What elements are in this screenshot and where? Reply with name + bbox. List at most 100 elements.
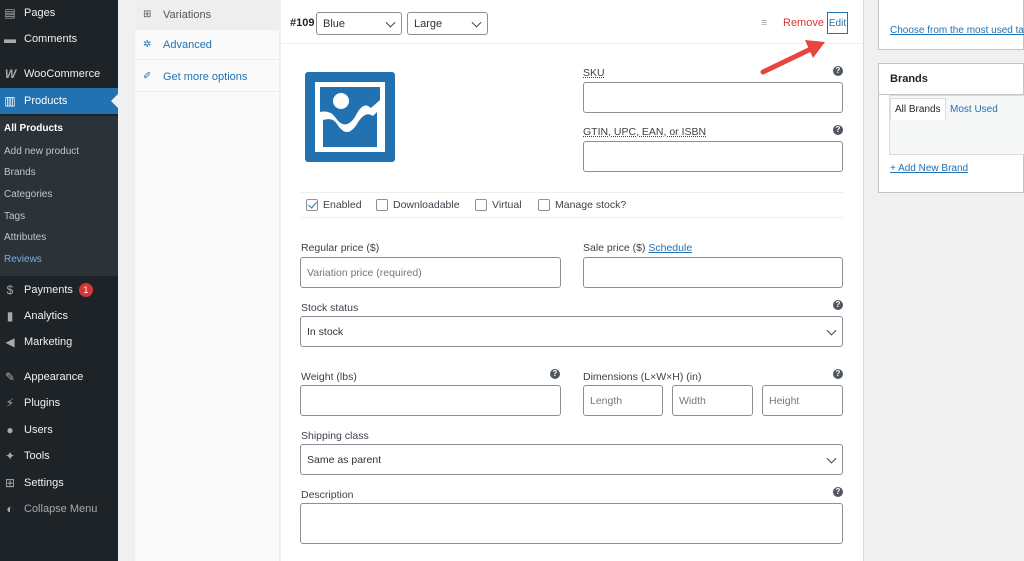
weight-input[interactable] (300, 385, 561, 416)
variation-options: Enabled Downloadable Virtual Manage stoc… (301, 192, 843, 218)
panel-gutter (863, 0, 878, 561)
menu-item-label: Comments (24, 33, 78, 45)
size-select-value: Large (414, 17, 443, 30)
checkbox-label: Enabled (323, 199, 362, 211)
checkbox-icon (538, 199, 550, 211)
menu-item-label: Tools (24, 450, 50, 462)
virtual-checkbox[interactable]: Virtual (475, 199, 522, 211)
menu-item-label: WooCommerce (24, 68, 101, 80)
help-icon[interactable]: ? (833, 66, 843, 76)
checkbox-icon (475, 199, 487, 211)
remove-variation-link[interactable]: Remove (783, 17, 824, 29)
woocommerce-icon: W (4, 67, 16, 81)
tab-all-brands[interactable]: All Brands (890, 98, 946, 120)
description-label: Description (301, 489, 354, 501)
help-icon[interactable]: ? (550, 369, 560, 379)
dimensions-label: Dimensions (L×W×H) (in) (583, 371, 702, 383)
menu-item-label: Appearance (24, 371, 84, 383)
menu-item-label: Plugins (24, 397, 61, 409)
menu-item-label: Marketing (24, 336, 73, 348)
gtin-input[interactable] (583, 141, 843, 172)
add-new-brand-link[interactable]: + Add New Brand (890, 163, 968, 174)
plugin-icon: ✐ (143, 71, 152, 82)
menu-item-label: Settings (24, 477, 64, 489)
submenu-add-new-product[interactable]: Add new product (4, 146, 79, 157)
weight-label: Weight (lbs) (301, 371, 357, 383)
submenu-categories[interactable]: Categories (4, 189, 52, 200)
width-placeholder: Width (679, 394, 706, 407)
gear-icon: ✲ (143, 39, 152, 50)
drag-handle-icon[interactable]: ≡ (761, 17, 770, 29)
tools-icon: ✦ (4, 449, 16, 463)
checkbox-label: Downloadable (393, 199, 460, 211)
help-icon[interactable]: ? (833, 300, 843, 310)
tab-label: Get more options (163, 70, 248, 83)
image-placeholder-icon[interactable] (305, 72, 395, 162)
submenu-tags[interactable]: Tags (4, 211, 25, 222)
tab-most-used[interactable]: Most Used (946, 98, 1002, 120)
regular-price-label: Regular price ($) (301, 242, 380, 254)
products-icon: ▥ (4, 94, 16, 108)
checkbox-label: Virtual (492, 199, 522, 211)
menu-item-comments[interactable]: ▬ Comments (0, 26, 118, 52)
downloadable-checkbox[interactable]: Downloadable (376, 199, 460, 211)
height-placeholder: Height (769, 394, 800, 407)
help-icon[interactable]: ? (833, 125, 843, 135)
menu-item-pages[interactable]: ▤ Pages (0, 0, 118, 26)
tab-label: Variations (163, 8, 212, 21)
height-input[interactable]: Height (762, 385, 843, 416)
submenu-all-products[interactable]: All Products (4, 123, 63, 134)
payments-badge: 1 (78, 283, 93, 297)
menu-item-users[interactable]: ● Users (0, 417, 118, 443)
regular-price-placeholder: Variation price (required) (307, 266, 422, 279)
enabled-checkbox[interactable]: Enabled (306, 199, 362, 211)
schedule-link[interactable]: Schedule (648, 242, 692, 254)
menu-item-analytics[interactable]: ▮ Analytics (0, 303, 118, 329)
most-used-tags-link[interactable]: Choose from the most used ta (890, 25, 1024, 36)
menu-item-tools[interactable]: ✦ Tools (0, 443, 118, 469)
chevron-down-icon (385, 17, 396, 28)
shipping-class-select[interactable]: Same as parent (300, 444, 843, 475)
menu-item-collapse[interactable]: ◐ Collapse Menu (0, 496, 118, 522)
menu-item-plugins[interactable]: ⚡ Plugins (0, 390, 118, 416)
stock-status-value: In stock (307, 325, 344, 338)
sale-price-input[interactable] (583, 257, 843, 288)
length-input[interactable]: Length (583, 385, 663, 416)
analytics-icon: ▮ (6, 309, 14, 323)
tab-advanced[interactable]: ✲ Advanced (135, 30, 280, 60)
submenu-attributes[interactable]: Attributes (4, 232, 46, 243)
size-select[interactable]: Large (407, 12, 488, 35)
tab-get-more-options[interactable]: ✐ Get more options (135, 62, 280, 92)
tags-box: Choose from the most used ta (878, 0, 1024, 50)
submenu-brands[interactable]: Brands (4, 167, 36, 178)
width-input[interactable]: Width (672, 385, 753, 416)
checkbox-checked-icon (306, 199, 318, 211)
sale-price-text: Sale price ($) (583, 242, 646, 254)
appearance-icon: ✎ (4, 370, 16, 384)
menu-item-payments[interactable]: $ Payments 1 (0, 277, 118, 303)
product-data-tabs: ⊞ Variations ✲ Advanced ✐ Get more optio… (135, 0, 280, 561)
menu-item-appearance[interactable]: ✎ Appearance (0, 364, 118, 390)
comments-icon: ▬ (4, 32, 16, 46)
sku-input[interactable] (583, 82, 843, 113)
help-icon[interactable]: ? (833, 369, 843, 379)
marketing-icon: ◀ (5, 335, 15, 349)
menu-item-woocommerce[interactable]: W WooCommerce (0, 61, 118, 87)
submenu-reviews[interactable]: Reviews (4, 254, 42, 265)
help-icon[interactable]: ? (833, 487, 843, 497)
edit-variation-link[interactable]: Edit (827, 12, 848, 34)
length-placeholder: Length (590, 394, 623, 407)
menu-item-settings[interactable]: ⊞ Settings (0, 470, 118, 496)
stock-status-select[interactable]: In stock (300, 316, 843, 347)
regular-price-input[interactable]: Variation price (required) (300, 257, 561, 288)
menu-item-products[interactable]: ▥ Products (0, 88, 118, 114)
arrow-icon (760, 40, 825, 75)
color-select[interactable]: Blue (316, 12, 402, 35)
manage-stock-checkbox[interactable]: Manage stock? (538, 199, 626, 211)
users-icon: ● (6, 423, 14, 437)
description-textarea[interactable] (300, 503, 843, 544)
tab-variations[interactable]: ⊞ Variations (135, 0, 280, 30)
menu-item-label: Analytics (24, 310, 69, 322)
menu-item-marketing[interactable]: ◀ Marketing (0, 329, 118, 355)
brands-title: Brands (890, 73, 928, 85)
